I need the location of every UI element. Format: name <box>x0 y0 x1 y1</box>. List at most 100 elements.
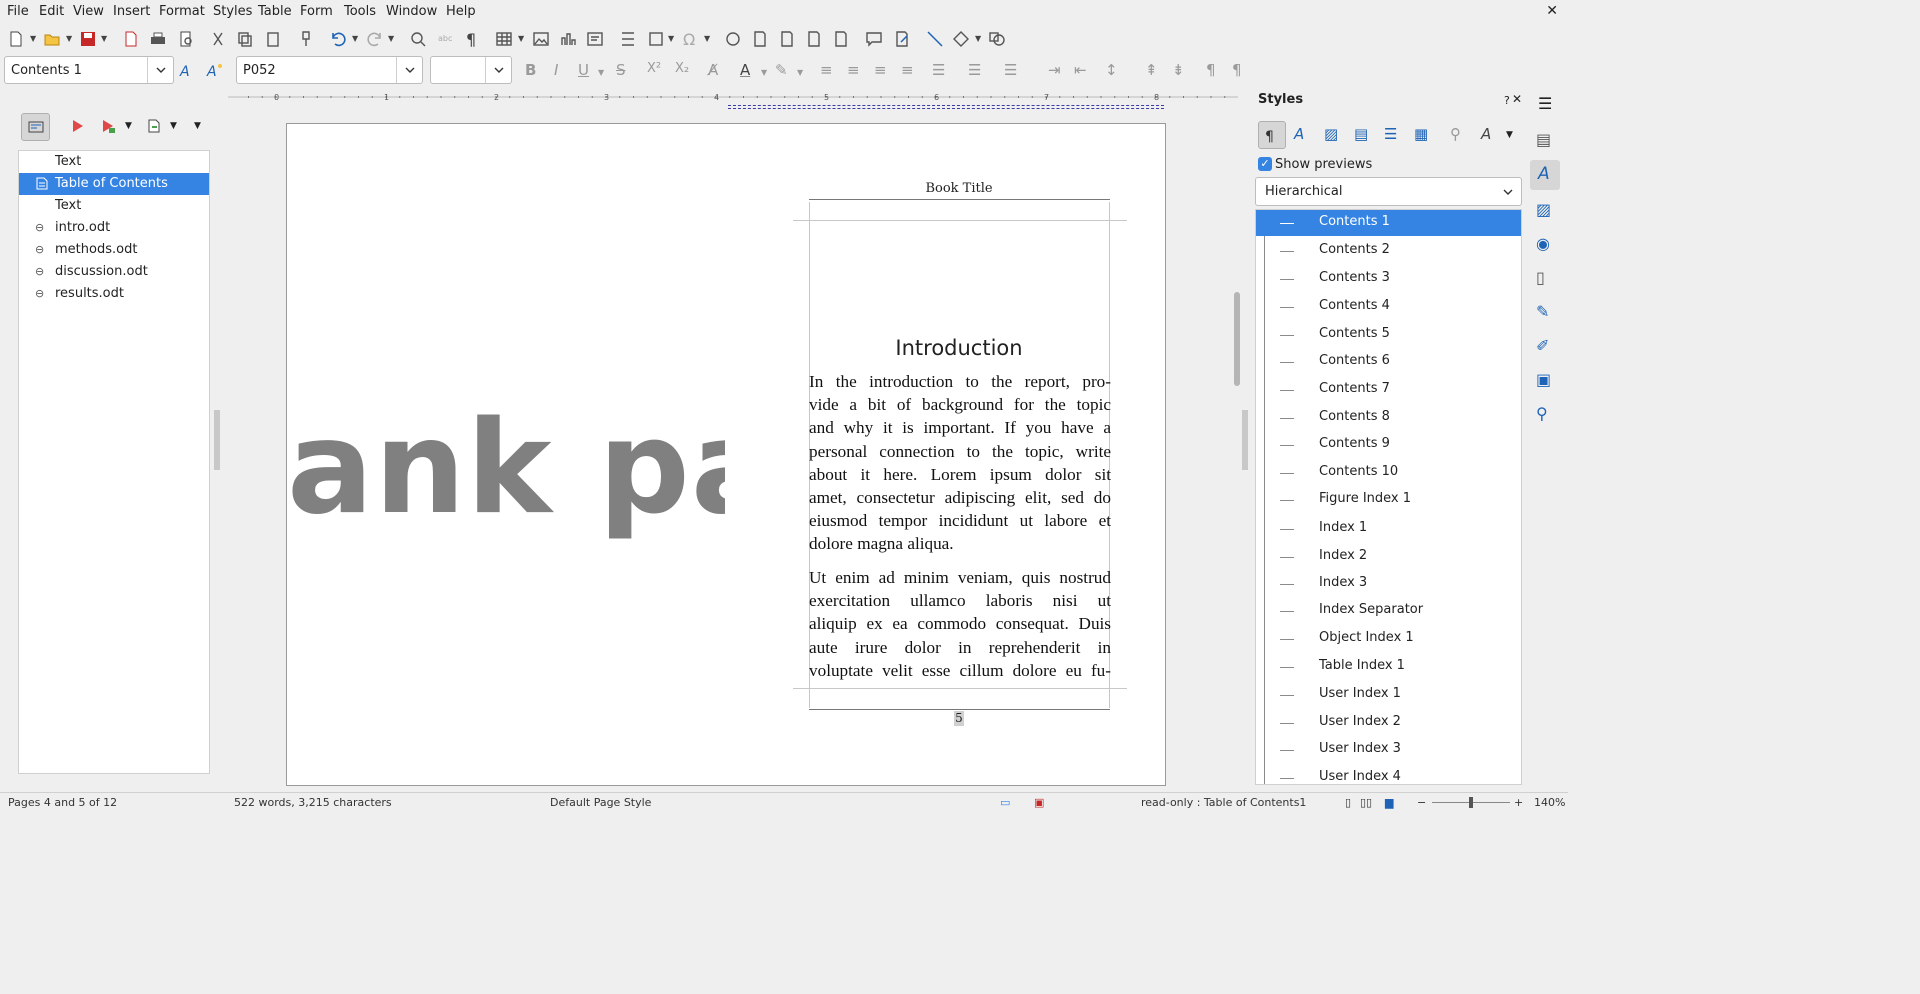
styles-tab[interactable]: A <box>1530 160 1560 190</box>
superscript-icon[interactable]: X² <box>647 61 661 76</box>
close-icon[interactable]: ✕ <box>1512 92 1522 106</box>
print-preview-icon[interactable] <box>175 26 197 52</box>
insert-document-icon[interactable] <box>146 118 162 138</box>
list-item[interactable]: ⊖ discussion.odt <box>19 261 209 283</box>
show-previews-checkbox[interactable]: ✓ <box>1258 157 1272 171</box>
new-style-from-selection-icon[interactable]: A <box>1481 125 1491 143</box>
chevron-down-icon[interactable]: ▼ <box>170 121 177 131</box>
align-right-icon[interactable]: ≡ <box>874 61 887 79</box>
chevron-down-icon[interactable]: ▼ <box>30 34 38 44</box>
menu-window[interactable]: Window <box>386 4 437 19</box>
chevron-down-icon[interactable] <box>396 57 422 83</box>
more-options-icon[interactable]: ▼ <box>194 121 201 131</box>
menu-styles[interactable]: Styles <box>213 4 252 19</box>
design-icon[interactable]: ▣ <box>1536 370 1551 389</box>
vertical-scrollbar[interactable] <box>1232 90 1242 786</box>
paste-icon[interactable] <box>262 26 284 52</box>
style-list-item[interactable]: Contents 6 <box>1256 349 1521 375</box>
bookmark-icon[interactable] <box>803 26 825 52</box>
footnote-icon[interactable] <box>749 26 771 52</box>
decrease-indent-icon[interactable]: ⇤ <box>1074 61 1087 79</box>
left-to-right-icon[interactable]: ¶ <box>1206 61 1216 79</box>
menu-view[interactable]: View <box>73 4 104 19</box>
clear-formatting-icon[interactable]: A̸ <box>708 61 718 79</box>
track-changes-icon[interactable] <box>891 26 913 52</box>
italic-icon[interactable]: I <box>554 61 558 79</box>
page-style[interactable]: Default Page Style <box>550 796 651 809</box>
chevron-down-icon[interactable] <box>485 57 511 83</box>
styles-list[interactable]: Contents 1 Contents 2 Contents 3 Contents 4… <box>1255 209 1522 785</box>
right-to-left-icon[interactable]: ¶ <box>1232 61 1242 79</box>
strikethrough-icon[interactable]: S <box>616 61 626 79</box>
style-list-item[interactable]: Contents 4 <box>1256 294 1521 320</box>
document-modified-icon[interactable]: ▣ <box>1034 796 1044 809</box>
page-count[interactable]: Pages 4 and 5 of 12 <box>8 796 117 809</box>
font-size-combo[interactable] <box>430 56 512 84</box>
word-count[interactable]: 522 words, 3,215 characters <box>234 796 392 809</box>
style-list-item[interactable]: Index 3 <box>1256 571 1521 597</box>
insert-chart-icon[interactable] <box>557 26 579 52</box>
print-icon[interactable] <box>147 26 169 52</box>
paragraph-style-combo[interactable]: Contents 1 <box>4 56 174 84</box>
chevron-down-icon[interactable]: ▼ <box>668 34 676 44</box>
fill-format-icon[interactable]: ⚲ <box>1450 125 1461 143</box>
style-list-item[interactable]: Contents 1 <box>1256 210 1521 236</box>
font-color-icon[interactable]: A <box>740 61 750 79</box>
selection-mode-icon[interactable]: ▭ <box>1000 796 1010 809</box>
bullet-list-icon[interactable]: ☰ <box>932 61 945 79</box>
style-list-item[interactable]: User Index 1 <box>1256 682 1521 708</box>
character-styles-icon[interactable]: A <box>1294 125 1304 143</box>
clone-formatting-icon[interactable] <box>295 26 317 52</box>
single-page-view-icon[interactable]: ▯ <box>1345 796 1351 809</box>
spellcheck-icon[interactable]: abc <box>434 26 456 52</box>
style-list-item[interactable]: Object Index 1 <box>1256 626 1521 652</box>
zoom-slider-handle[interactable] <box>1469 797 1473 808</box>
style-list-item[interactable]: Index 2 <box>1256 544 1521 570</box>
style-list-item[interactable]: Contents 8 <box>1256 405 1521 431</box>
font-name-combo[interactable]: P052 <box>236 56 423 84</box>
help-icon[interactable]: ? <box>1504 94 1510 107</box>
style-list-item[interactable]: Contents 3 <box>1256 266 1521 292</box>
redo-icon[interactable] <box>364 26 386 52</box>
highlight-color-icon[interactable]: ✎ <box>775 61 788 79</box>
chevron-down-icon[interactable]: ▼ <box>797 68 803 77</box>
insert-textbox-icon[interactable] <box>584 26 606 52</box>
book-view-icon[interactable]: ▆ <box>1385 796 1393 809</box>
style-list-item[interactable]: Contents 5 <box>1256 322 1521 348</box>
cross-reference-icon[interactable] <box>830 26 852 52</box>
properties-icon[interactable]: ▤ <box>1536 130 1551 149</box>
update-style-icon[interactable]: A <box>177 58 199 84</box>
new-style-icon[interactable]: A <box>204 58 226 84</box>
endnote-icon[interactable] <box>776 26 798 52</box>
horizontal-ruler[interactable]: 0 1 2 3 4 5 6 7 8 <box>228 90 1238 104</box>
navigator-icon[interactable]: ◉ <box>1536 234 1550 253</box>
special-character-icon[interactable]: Ω <box>679 26 701 52</box>
bold-icon[interactable]: B <box>525 61 536 79</box>
undo-icon[interactable] <box>327 26 349 52</box>
insert-field-icon[interactable] <box>645 26 667 52</box>
style-list-item[interactable]: Contents 9 <box>1256 432 1521 458</box>
increase-paragraph-spacing-icon[interactable]: ⇞ <box>1145 61 1158 79</box>
decrease-paragraph-spacing-icon[interactable]: ⇟ <box>1172 61 1185 79</box>
style-list-item[interactable]: User Index 4 <box>1256 765 1521 784</box>
chevron-down-icon[interactable]: ▼ <box>101 34 109 44</box>
menu-edit[interactable]: Edit <box>39 4 64 19</box>
style-list-item[interactable]: Index Separator <box>1256 598 1521 624</box>
gallery-icon[interactable]: ▨ <box>1536 200 1551 219</box>
find-replace-icon[interactable] <box>407 26 429 52</box>
zoom-in-icon[interactable]: + <box>1514 796 1523 809</box>
navigate-by-icon[interactable] <box>70 118 86 138</box>
menu-help[interactable]: Help <box>446 4 476 19</box>
chevron-down-icon[interactable]: ▼ <box>704 34 712 44</box>
chevron-down-icon[interactable]: ▼ <box>761 68 767 77</box>
multi-page-view-icon[interactable]: ▯▯ <box>1360 796 1372 809</box>
insert-image-icon[interactable] <box>530 26 552 52</box>
style-list-item[interactable]: User Index 2 <box>1256 710 1521 736</box>
underline-icon[interactable]: U <box>578 61 589 79</box>
chevron-down-icon[interactable]: ▼ <box>125 121 132 131</box>
table-styles-icon[interactable]: ▦ <box>1414 125 1428 143</box>
style-list-item[interactable]: User Index 3 <box>1256 737 1521 763</box>
style-list-item[interactable]: Contents 2 <box>1256 238 1521 264</box>
list-item[interactable]: Text <box>19 195 209 217</box>
chevron-down-icon[interactable]: ▼ <box>66 34 74 44</box>
